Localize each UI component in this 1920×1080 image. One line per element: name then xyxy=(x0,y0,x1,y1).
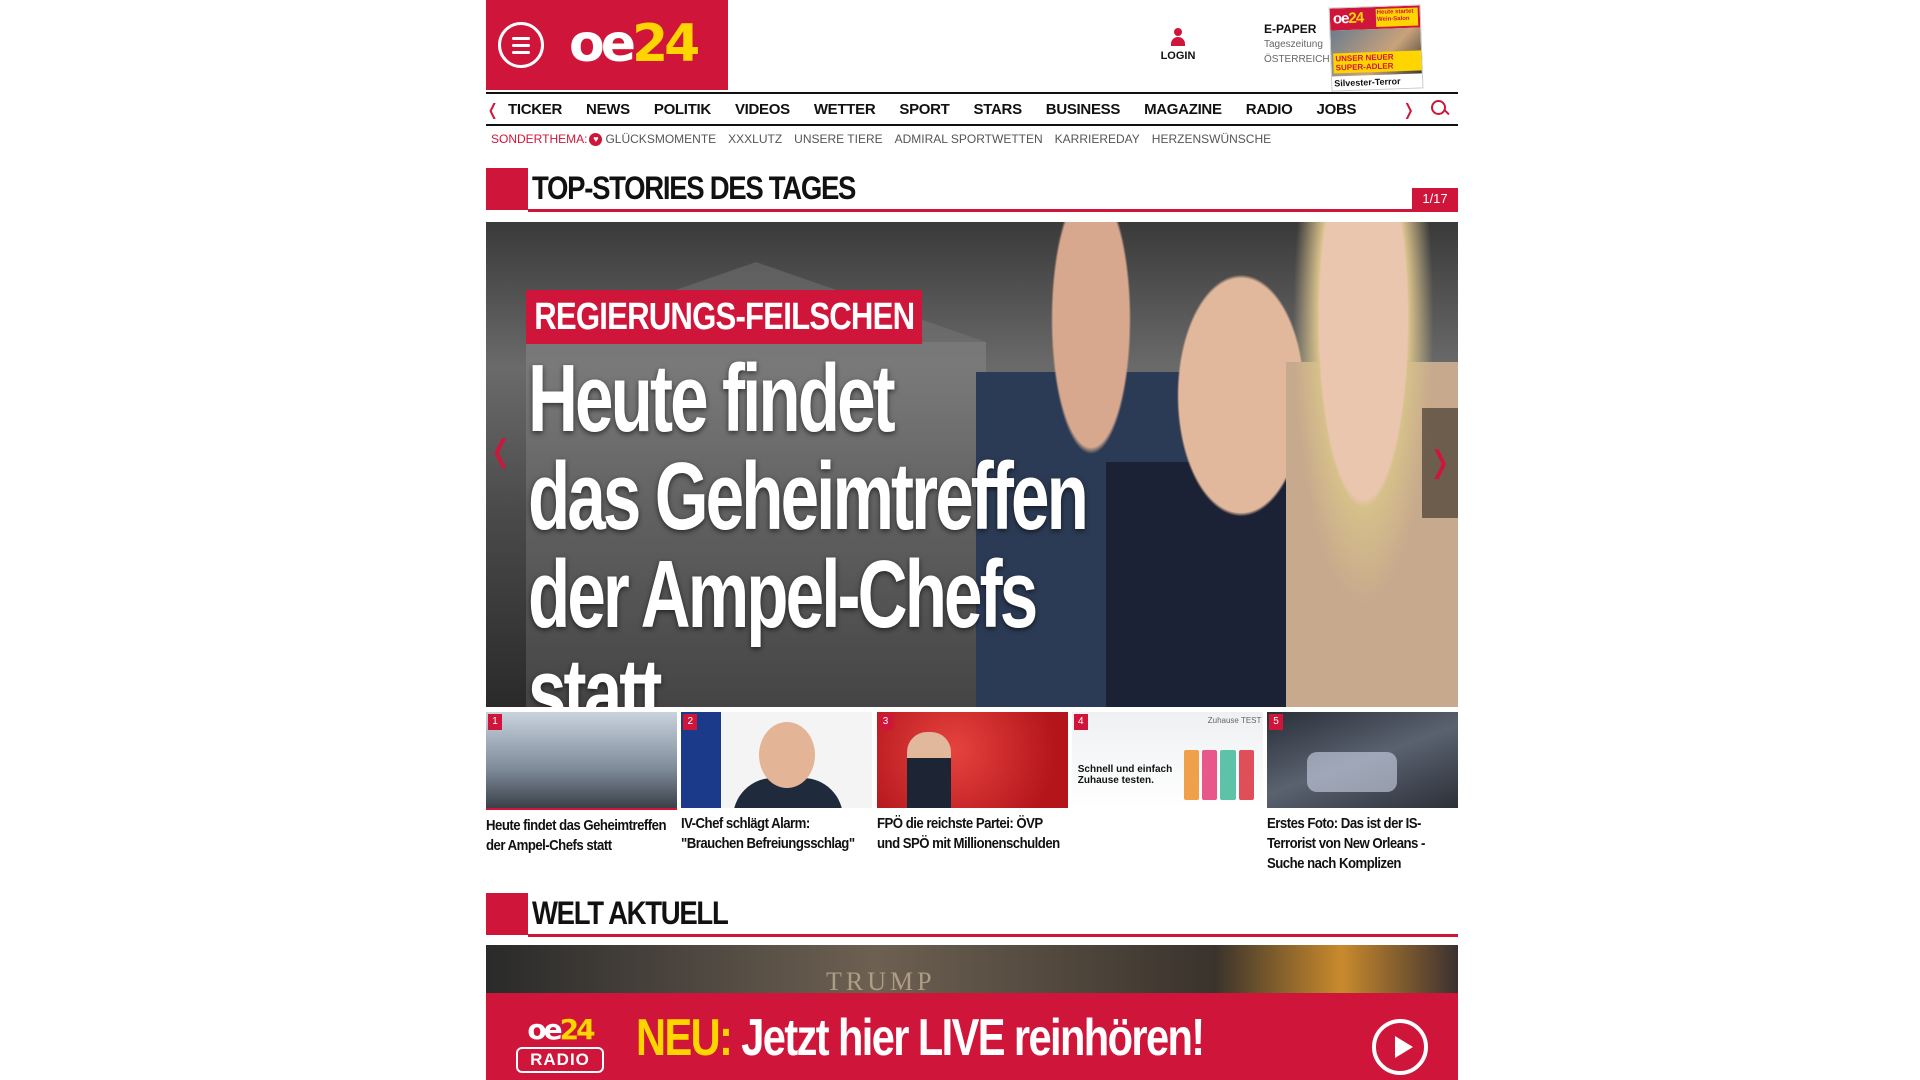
epaper-subtitle-2: ÖSTERREICH xyxy=(1264,54,1330,65)
story-number: 2 xyxy=(683,714,698,730)
logo-area: oe24 xyxy=(486,0,728,90)
special-topic-unsere-tiere[interactable]: UNSERE TIERE xyxy=(794,132,882,146)
story-thumbnail: 5 xyxy=(1267,712,1458,808)
nav-item-business[interactable]: BUSINESS xyxy=(1046,101,1121,118)
hero-kicker: REGIERUNGS-FEILSCHEN xyxy=(526,290,923,344)
section-rule xyxy=(528,934,1458,937)
welt-aktuell-header: WELT AKTUELL xyxy=(486,893,1458,937)
nav-item-magazine[interactable]: MAGAZINE xyxy=(1144,101,1222,118)
login-button[interactable]: LOGIN xyxy=(1158,28,1198,62)
epaper-title: E-PAPER xyxy=(1264,22,1317,36)
nav-scroll-left-icon[interactable]: ❬ xyxy=(486,100,499,120)
special-topic-karriereday[interactable]: KARRIEREDAY xyxy=(1055,132,1140,146)
ad-thumbnail: 4 Zuhause TEST Schnell und einfach Zuhau… xyxy=(1071,712,1263,808)
special-topic-admiral[interactable]: ADMIRAL SPORTWETTEN xyxy=(895,132,1043,146)
heart-badge-icon: ♥ xyxy=(589,132,603,146)
hero-headline[interactable]: Heute findet das Geheimtreffen der Ampel… xyxy=(528,345,1176,708)
section-marker xyxy=(486,893,528,935)
special-topic-gluecksmomente[interactable]: GLÜCKSMOMENTE xyxy=(605,132,716,146)
oe24-logo[interactable]: oe24 xyxy=(569,14,700,74)
nav-scroll-right-icon[interactable]: ❭ xyxy=(1402,100,1415,120)
epaper-subtitle: Tageszeitung xyxy=(1264,39,1323,50)
story-number: 1 xyxy=(488,714,502,730)
nav-items: TICKER NEWS POLITIK VIDEOS WETTER SPORT … xyxy=(508,94,1380,124)
welt-aktuell-title: WELT AKTUELL xyxy=(532,895,729,931)
nav-item-stars[interactable]: STARS xyxy=(974,101,1023,118)
nav-item-politik[interactable]: POLITIK xyxy=(654,101,711,118)
story-active-indicator xyxy=(486,808,677,810)
radio-logo-label: RADIO xyxy=(516,1047,604,1073)
radio-banner-message: Jetzt hier LIVE reinhören! xyxy=(741,1009,1205,1067)
hero-slide[interactable]: REGIERUNGS-FEILSCHEN Heute findet das Ge… xyxy=(486,222,1458,707)
top-stories-title: TOP-STORIES DES TAGES xyxy=(532,170,856,206)
nav-item-ticker[interactable]: TICKER xyxy=(508,101,562,118)
special-topics-label: SONDERTHEMA: xyxy=(491,132,588,146)
hero-headline-line-2: das Geheimtreffen xyxy=(528,443,1089,550)
top-stories-header: TOP-STORIES DES TAGES xyxy=(486,168,1458,212)
radio-live-banner[interactable]: oe24 RADIO NEU: Jetzt hier LIVE reinhöre… xyxy=(486,993,1458,1080)
nav-item-radio[interactable]: RADIO xyxy=(1246,101,1293,118)
hero-headline-line-1: Heute findet xyxy=(528,345,896,452)
ad-product-graphic xyxy=(1183,750,1254,800)
story-thumbnail: 2 xyxy=(681,712,873,808)
story-number: 3 xyxy=(878,714,893,730)
page: oe24 LOGIN E-PAPER Tageszeitung ÖSTERREI… xyxy=(486,0,1458,1080)
story-title[interactable]: FPÖ die reichste Partei: ÖVP und SPÖ mit… xyxy=(877,814,1065,854)
search-icon[interactable] xyxy=(1430,99,1450,119)
nav-item-news[interactable]: NEWS xyxy=(586,101,630,118)
story-card[interactable]: 3 FPÖ die reichste Partei: ÖVP und SPÖ m… xyxy=(876,712,1068,882)
special-topic-xxxlutz[interactable]: XXXLUTZ xyxy=(728,132,782,146)
section-marker xyxy=(486,168,528,210)
story-title[interactable]: Erstes Foto: Das ist der IS-Terrorist vo… xyxy=(1267,814,1455,874)
login-label: LOGIN xyxy=(1160,50,1196,62)
story-number: 5 xyxy=(1269,714,1283,730)
story-title[interactable]: IV-Chef schlägt Alarm: "Brauchen Befreiu… xyxy=(681,814,869,854)
radio-banner-new: NEU: xyxy=(636,1009,733,1067)
epaper-cover-image[interactable]: oe24 Heute startet Wein-Salon UNSER NEUE… xyxy=(1328,4,1424,92)
main-navigation: ❬ TICKER NEWS POLITIK VIDEOS WETTER SPOR… xyxy=(486,92,1458,126)
logo-24: 24 xyxy=(632,14,700,74)
nav-item-sport[interactable]: SPORT xyxy=(899,101,949,118)
carousel-next-icon[interactable]: ❭ xyxy=(1422,408,1458,518)
carousel-prev-icon[interactable]: ❬ xyxy=(488,422,513,482)
ad-brand-label: Zuhause TEST xyxy=(1207,716,1262,725)
story-thumbnail: 3 xyxy=(876,712,1068,808)
epaper-cover-teaser: Heute startet Wein-Salon xyxy=(1375,7,1419,27)
oe24-radio-logo: oe24 RADIO xyxy=(516,1015,604,1075)
epaper-link[interactable]: E-PAPER Tageszeitung ÖSTERREICH xyxy=(1264,22,1334,66)
epaper-cover-badge: UNSER NEUER SUPER-ADLER xyxy=(1333,50,1422,74)
section-rule xyxy=(528,209,1458,212)
story-card[interactable]: 2 IV-Chef schlägt Alarm: "Brauchen Befre… xyxy=(681,712,873,882)
story-card[interactable]: 1 Heute findet das Geheimtreffen der Amp… xyxy=(486,712,677,882)
nav-item-videos[interactable]: VIDEOS xyxy=(735,101,790,118)
story-card[interactable]: 5 Erstes Foto: Das ist der IS-Terrorist … xyxy=(1267,712,1458,882)
nav-item-wetter[interactable]: WETTER xyxy=(814,101,876,118)
hero-headline-line-3: der Ampel-Chefs statt xyxy=(528,541,1038,708)
special-topic-herzenswuensche[interactable]: HERZENSWÜNSCHE xyxy=(1152,132,1271,146)
story-title[interactable]: Heute findet das Geheimtreffen der Ampel… xyxy=(486,816,674,856)
story-thumbnail: 1 xyxy=(486,712,677,808)
special-topics-bar: SONDERTHEMA: ♥ GLÜCKSMOMENTE XXXLUTZ UNS… xyxy=(491,130,1283,148)
ad-text: Schnell und einfach Zuhause testen. xyxy=(1077,764,1173,786)
radio-banner-text: NEU: Jetzt hier LIVE reinhören! xyxy=(636,1009,1205,1067)
slide-counter: 1/17 xyxy=(1412,188,1458,210)
nav-item-jobs[interactable]: JOBS xyxy=(1317,101,1357,118)
story-number: 4 xyxy=(1073,714,1088,730)
logo-oe: oe xyxy=(569,14,636,74)
story-card-ad[interactable]: 4 Zuhause TEST Schnell und einfach Zuhau… xyxy=(1071,712,1263,882)
epaper-cover-photo: UNSER NEUER SUPER-ADLER xyxy=(1330,27,1422,77)
hamburger-menu-icon[interactable] xyxy=(498,22,544,68)
play-icon[interactable] xyxy=(1372,1019,1428,1075)
story-cards: 1 Heute findet das Geheimtreffen der Amp… xyxy=(486,712,1458,882)
user-icon xyxy=(1170,28,1186,46)
